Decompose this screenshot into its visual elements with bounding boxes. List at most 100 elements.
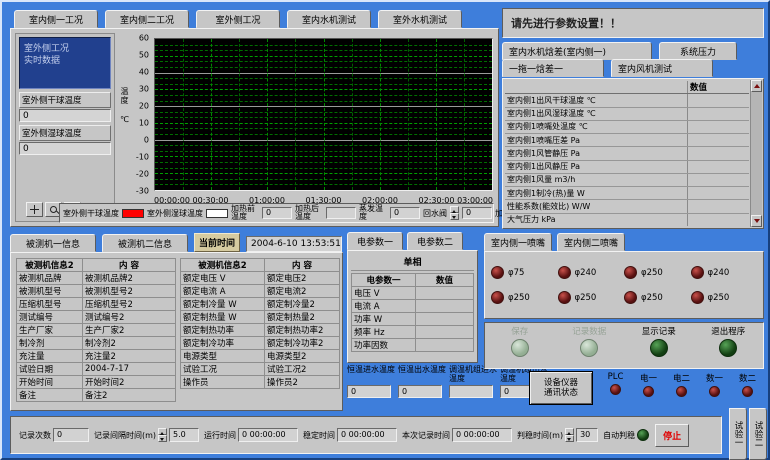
power2-led-icon — [676, 386, 687, 397]
tab-outdoor-condition[interactable]: 室外侧工况 — [196, 10, 280, 28]
tab-experiment1[interactable]: 试验一 — [729, 408, 747, 460]
table-row: 试验工况试验工况2 — [181, 363, 340, 376]
table-row: 试验日期2004-7-17 — [17, 363, 176, 376]
nozzle-toggle[interactable]: φ250 — [491, 291, 558, 304]
tab-indoor-side1-condition[interactable]: 室内侧一工况 — [14, 10, 98, 28]
comm-led-data2: 数二 — [731, 372, 764, 407]
tab-one-to-one-enthalpy[interactable]: 一拖一焓差一 — [502, 59, 604, 77]
preheat-temp-label: 加热前温度 — [231, 205, 259, 221]
nozzle-led-icon — [691, 291, 704, 304]
data1-led-icon — [709, 386, 720, 397]
table-row: 充注量充注量2 — [17, 350, 176, 363]
chart-legend-row: 室外侧干球温度 室外侧湿球温度 加热前温度 0 加热后温度 蒸发温度 0 回水阀… — [59, 203, 494, 223]
application-window: 室内侧一工况 室内侧二工况 室外侧工况 室内水机测试 室外水机测试 室外侧工况 … — [0, 0, 770, 460]
table-row: 室内侧1喷嘴压差 Pa — [505, 134, 749, 147]
stop-button[interactable]: 停止 — [655, 424, 689, 447]
table-row: 制冷剂制冷剂2 — [17, 337, 176, 350]
nozzle-led-icon — [558, 291, 571, 304]
runtime-value: 0 00:00:00 — [238, 428, 298, 442]
nozzle-toggle[interactable]: φ250 — [624, 266, 691, 279]
unit-info-body: 被测机信息2内 容 被测机品牌被测机品牌2 被测机型号被测机型号2 压缩机型号压… — [10, 252, 343, 411]
comm-led-power2: 电二 — [665, 372, 698, 407]
table-scrollbar[interactable] — [750, 80, 762, 227]
auto-judge-led-icon[interactable] — [637, 429, 649, 441]
table-row: 额定制冷量 W额定制冷量2 — [181, 298, 340, 311]
y-axis-ticks: 6050403020100-10-20-30 — [129, 38, 151, 191]
table-row: 大气压力 kPa — [505, 214, 749, 226]
scroll-up-icon[interactable] — [751, 80, 762, 92]
tab-experiment2[interactable]: 试验二 — [749, 408, 767, 460]
tab-indoor-side1-nozzle[interactable]: 室内侧一喷嘴 — [484, 233, 552, 251]
const-temp-inlet: 恒温进水温度 0 — [347, 365, 395, 411]
comm-led-plc: PLC — [599, 372, 632, 407]
table-row: 室内侧1风量 m3/h — [505, 174, 749, 187]
return-valve-value[interactable]: 0 — [462, 207, 492, 219]
nozzle-toggle[interactable]: φ240 — [691, 266, 758, 279]
record-interval-spinner[interactable] — [158, 428, 167, 442]
tab-indoor-water-enthalpy[interactable]: 室内水机焓差(室内侧一) — [502, 42, 652, 60]
table-row: 室内侧1出风静压 Pa — [505, 161, 749, 174]
unit-info-table-right: 被测机信息2内 容 额定电压 V额定电压2 额定电流 A额定电流2 额定制冷量 … — [180, 258, 340, 389]
legend-series2-swatch — [206, 209, 228, 218]
record-data-button[interactable]: 记录数据 — [555, 325, 625, 368]
record-count-value: 0 — [53, 428, 89, 442]
judge-time-spinner[interactable] — [565, 428, 574, 442]
nozzle-led-icon — [624, 291, 637, 304]
electric-params-panel: 电参数一 电参数二 单相 电参数一数值 电压 V 电流 A 功率 W 频率 Hz… — [347, 233, 478, 363]
nozzle-toggle[interactable]: φ250 — [624, 291, 691, 304]
table-row: 电流 A — [352, 300, 474, 313]
runtime-label: 运行时间 — [204, 430, 236, 441]
comm-led-row: PLC 电一 电二 数一 数二 — [599, 371, 764, 407]
tab-indoor-fan-test[interactable]: 室内风机测试 — [611, 59, 713, 77]
table-row: 开始时间开始时间2 — [17, 376, 176, 389]
outdoor-wetbulb-label: 室外侧湿球温度 — [19, 125, 111, 141]
tab-indoor-side2-nozzle[interactable]: 室内侧二喷嘴 — [557, 233, 625, 251]
table-row: 室内侧1风管静压 Pa — [505, 147, 749, 160]
return-valve-spinner[interactable] — [450, 206, 459, 220]
table-row: 额定电压 V额定电压2 — [181, 272, 340, 285]
power1-led-icon — [643, 386, 654, 397]
nozzle-toggle[interactable]: φ75 — [491, 266, 558, 279]
session-record-time-label: 本次记录时间 — [402, 430, 450, 441]
judge-time-value[interactable]: 30 — [576, 428, 598, 442]
const-temp-outlet: 恒温出水温度 0 — [398, 365, 446, 411]
comm-led-power1: 电一 — [632, 372, 665, 407]
tab-indoor-side2-condition[interactable]: 室内侧二工况 — [105, 10, 189, 28]
tab-system-pressure[interactable]: 系统压力 — [659, 42, 737, 60]
enthalpy-results-panel: 请先进行参数设置！！ 室内水机焓差(室内侧一) 系统压力 一拖一焓差一 室内风机… — [502, 8, 764, 229]
exit-program-button[interactable]: 退出程序 — [694, 325, 764, 368]
water-temp-readouts: 恒温进水温度 0 恒温出水温度 0 调温机组进水温度 调温机组出水温度 0 — [347, 365, 549, 411]
nozzle-toggle[interactable]: φ250 — [691, 291, 758, 304]
tab-indoor-water-unit-test[interactable]: 室内水机测试 — [287, 10, 371, 28]
show-records-led-icon — [650, 339, 668, 357]
scroll-down-icon[interactable] — [751, 215, 762, 227]
experiment-side-tabs: 试验一 试验二 — [729, 408, 767, 460]
device-comm-status-button[interactable]: 设备仪器 通讯状态 — [529, 371, 593, 405]
auto-judge-label: 自动判稳 — [603, 430, 635, 441]
nozzle-toggle[interactable]: φ240 — [558, 266, 625, 279]
show-records-button[interactable]: 显示记录 — [624, 325, 694, 368]
tab-electric-params2[interactable]: 电参数二 — [407, 232, 463, 250]
exit-program-led-icon — [719, 339, 737, 357]
table-row: 额定制冷功率额定制冷功率2 — [181, 337, 340, 350]
session-record-time-value: 0 00:00:00 — [452, 428, 512, 442]
outdoor-wetbulb-value: 0 — [19, 142, 111, 155]
tab-unit2-info[interactable]: 被测机二信息 — [102, 234, 188, 252]
tab-unit1-info[interactable]: 被测机一信息 — [10, 234, 96, 252]
nozzle-body: φ75 φ240 φ250 φ240 φ250 φ250 φ250 φ250 — [484, 251, 764, 319]
nozzle-panel: 室内侧一喷嘴 室内侧二喷嘴 φ75 φ240 φ250 φ240 φ250 φ2… — [484, 235, 764, 319]
save-button[interactable]: 保存 — [485, 325, 555, 368]
record-interval-value[interactable]: 5.0 — [169, 428, 199, 442]
evap-temp-value: 0 — [390, 207, 420, 219]
tab-electric-params1[interactable]: 电参数一 — [347, 232, 403, 250]
crosshair-icon[interactable] — [26, 202, 43, 217]
table-row: 功率 W — [352, 313, 474, 326]
legend-series1-swatch — [122, 209, 144, 218]
nozzle-led-icon — [491, 291, 504, 304]
unit-info-header: 被测机一信息 被测机二信息 当前时间 2004-6-10 13:53:51 — [10, 233, 343, 252]
table-row: 被测机型号被测机型号2 — [17, 285, 176, 298]
tab-outdoor-water-unit-test[interactable]: 室外水机测试 — [378, 10, 462, 28]
current-time-value: 2004-6-10 13:53:51 — [246, 236, 342, 252]
table-row: 生产厂家生产厂家2 — [17, 324, 176, 337]
nozzle-toggle[interactable]: φ250 — [558, 291, 625, 304]
